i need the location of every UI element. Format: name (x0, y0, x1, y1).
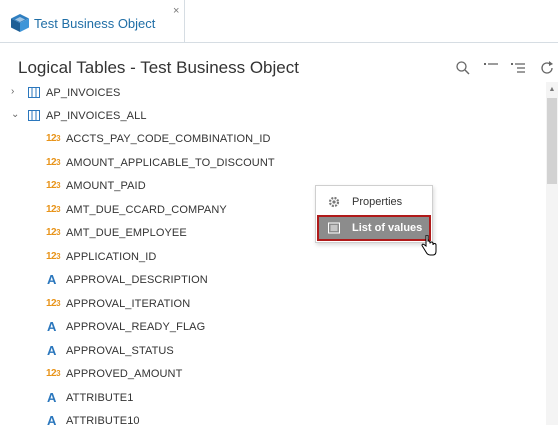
numeric-type-icon: 123 (46, 227, 61, 238)
text-type-icon: A (47, 272, 57, 287)
close-icon[interactable]: × (173, 6, 179, 17)
context-menu: Properties List of values (315, 185, 433, 243)
column-label: AMT_DUE_CCARD_COMPANY (66, 203, 227, 216)
search-icon[interactable] (455, 60, 471, 76)
column-label: ATTRIBUTE1 (66, 391, 134, 404)
text-type-icon: A (47, 319, 57, 334)
tree-column-row[interactable]: A APPROVAL_STATUS (0, 340, 546, 363)
text-type-icon: A (47, 342, 57, 358)
menu-item-label: List of values (352, 222, 423, 234)
tree-column-row[interactable]: A ATTRIBUTE10 (0, 410, 546, 433)
column-label: APPROVAL_ITERATION (66, 297, 191, 310)
column-label: APPROVED_AMOUNT (66, 368, 183, 380)
tree-column-row[interactable]: A APPROVAL_DESCRIPTION (0, 269, 546, 292)
tab-business-object[interactable]: Test Business Object × (0, 0, 185, 42)
tree-column-row[interactable]: 123 APPLICATION_ID (0, 246, 546, 269)
column-label: ACCTS_PAY_CODE_COMBINATION_ID (66, 133, 271, 145)
expand-all-icon[interactable] (510, 60, 526, 76)
chevron-down-icon[interactable]: ⌄ (11, 109, 21, 121)
numeric-type-icon: 123 (46, 156, 61, 168)
menu-item-properties[interactable]: Properties (316, 188, 432, 216)
tree-table-row[interactable]: ⌄ AP_INVOICES_ALL (0, 105, 546, 128)
tree-column-row[interactable]: 123 AMOUNT_APPLICABLE_TO_DISCOUNT (0, 152, 546, 175)
numeric-type-icon: 123 (46, 250, 61, 262)
collapse-all-icon[interactable] (483, 60, 499, 76)
menu-item-label: Properties (352, 196, 403, 208)
gear-icon (328, 196, 340, 208)
tree-column-row[interactable]: 123 AMOUNT_PAID (0, 175, 546, 198)
table-icon (28, 87, 40, 98)
vertical-scrollbar[interactable]: ▲ (546, 82, 558, 425)
table-label: AP_INVOICES_ALL (46, 110, 147, 122)
hand-cursor-icon (421, 235, 437, 256)
column-label: APPROVAL_DESCRIPTION (66, 274, 208, 286)
numeric-type-icon: 123 (46, 297, 61, 309)
tab-label: Test Business Object (34, 16, 156, 31)
table-icon (28, 110, 40, 121)
menu-item-list-of-values[interactable]: List of values (317, 215, 431, 241)
numeric-type-icon: 123 (46, 368, 61, 379)
tree-column-row[interactable]: 123 APPROVED_AMOUNT (0, 363, 546, 386)
tree-column-row[interactable]: 123 AMT_DUE_CCARD_COMPANY (0, 199, 546, 222)
column-label: ATTRIBUTE10 (66, 415, 140, 427)
page-title: Logical Tables - Test Business Object (18, 58, 299, 77)
tree-column-row[interactable]: A ATTRIBUTE1 (0, 387, 546, 410)
tree-table-row[interactable]: › AP_INVOICES (0, 82, 546, 105)
tree-column-row[interactable]: 123 AMT_DUE_EMPLOYEE (0, 222, 546, 245)
numeric-type-icon: 123 (46, 180, 61, 191)
list-icon (328, 222, 340, 234)
text-type-icon: A (47, 413, 57, 428)
chevron-right-icon[interactable]: › (11, 86, 21, 98)
column-label: APPLICATION_ID (66, 250, 157, 263)
scroll-up-arrow-icon[interactable]: ▲ (546, 86, 558, 93)
column-label: AMOUNT_PAID (66, 180, 146, 192)
tab-bar: Test Business Object × (0, 0, 558, 43)
table-label: AP_INVOICES (46, 87, 121, 99)
column-label: APPROVAL_STATUS (66, 344, 174, 357)
column-label: AMOUNT_APPLICABLE_TO_DISCOUNT (66, 156, 275, 169)
text-type-icon: A (47, 389, 57, 405)
column-label: APPROVAL_READY_FLAG (66, 321, 206, 333)
tree-column-row[interactable]: 123 APPROVAL_ITERATION (0, 293, 546, 316)
cube-icon (11, 14, 29, 32)
tree-column-row[interactable]: A APPROVAL_READY_FLAG (0, 316, 546, 339)
numeric-type-icon: 123 (46, 133, 61, 144)
refresh-icon[interactable] (539, 60, 555, 76)
tree-column-row[interactable]: 123 ACCTS_PAY_CODE_COMBINATION_ID (0, 128, 546, 151)
column-label: AMT_DUE_EMPLOYEE (66, 227, 187, 239)
numeric-type-icon: 123 (46, 203, 61, 215)
scrollbar-thumb[interactable] (547, 98, 557, 184)
